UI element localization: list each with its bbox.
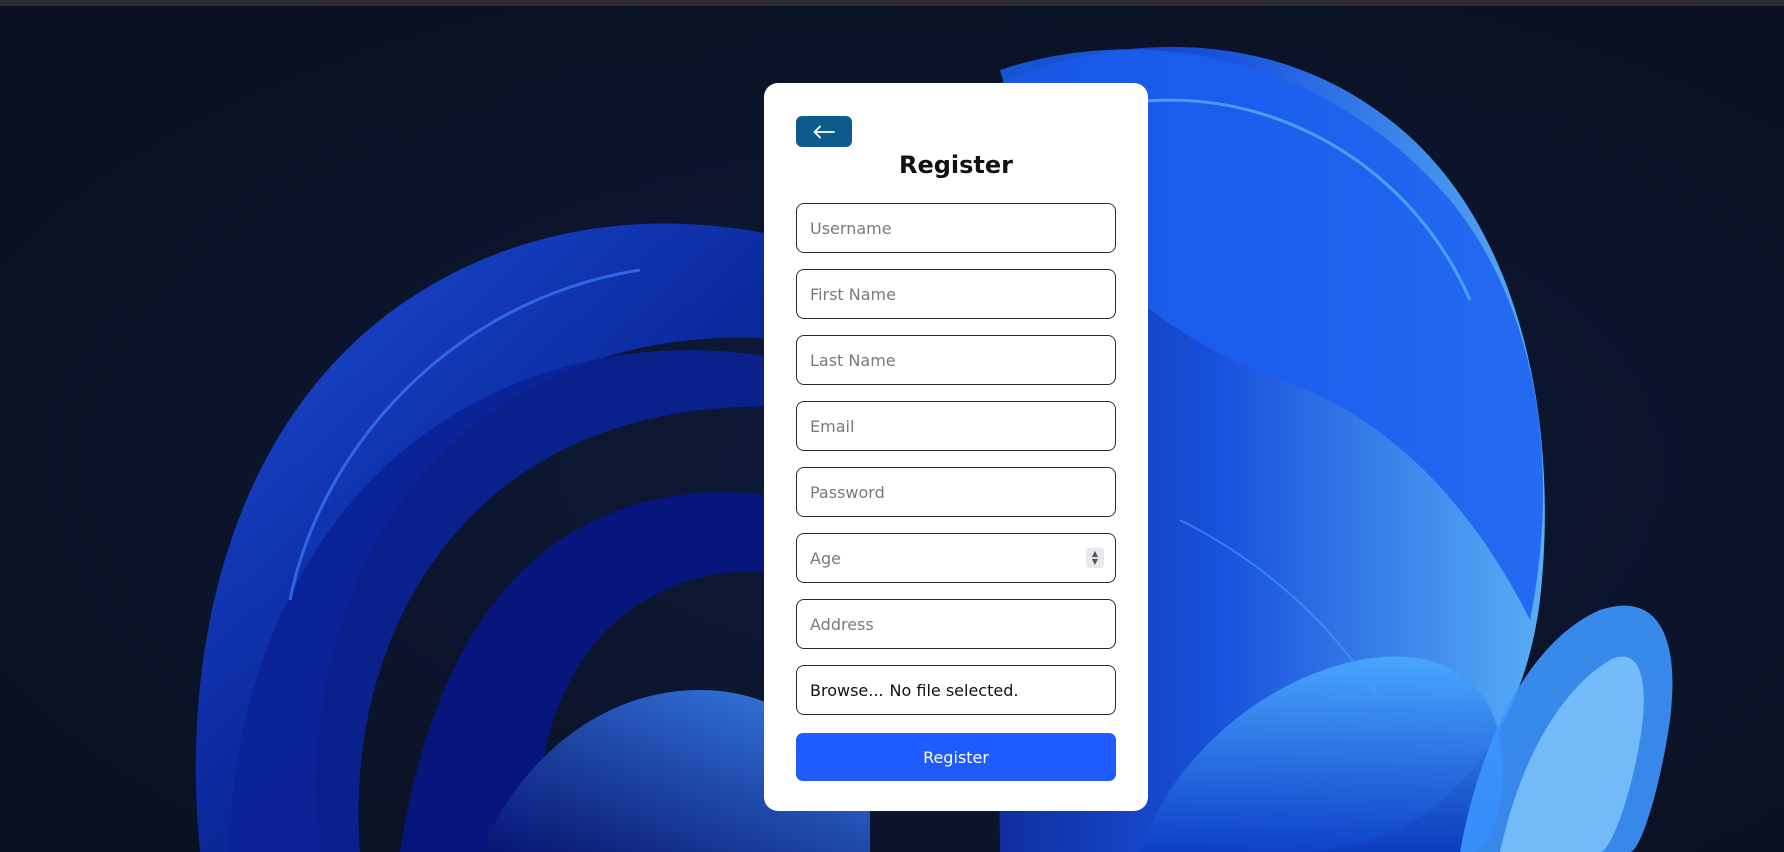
age-stepper[interactable]: ▲ ▼ <box>1086 548 1104 568</box>
register-card: Register ▲ ▼ Browse... No file selected.… <box>764 83 1148 811</box>
browse-button[interactable]: Browse... <box>810 681 884 700</box>
age-input[interactable] <box>796 533 1116 583</box>
page-title: Register <box>898 151 1014 179</box>
username-input[interactable] <box>796 203 1116 253</box>
address-input[interactable] <box>796 599 1116 649</box>
last-name-input[interactable] <box>796 335 1116 385</box>
register-button[interactable]: Register <box>796 733 1116 781</box>
arrow-left-icon <box>813 125 835 138</box>
file-status: No file selected. <box>889 680 1019 700</box>
chevron-down-icon[interactable]: ▼ <box>1092 558 1098 566</box>
browser-top-edge <box>0 0 1784 6</box>
age-field: ▲ ▼ <box>796 533 1116 583</box>
first-name-input[interactable] <box>796 269 1116 319</box>
password-input[interactable] <box>796 467 1116 517</box>
file-upload-field[interactable]: Browse... No file selected. <box>796 665 1116 715</box>
back-button[interactable] <box>796 116 852 147</box>
page: Register ▲ ▼ Browse... No file selected.… <box>0 0 1784 852</box>
email-input[interactable] <box>796 401 1116 451</box>
